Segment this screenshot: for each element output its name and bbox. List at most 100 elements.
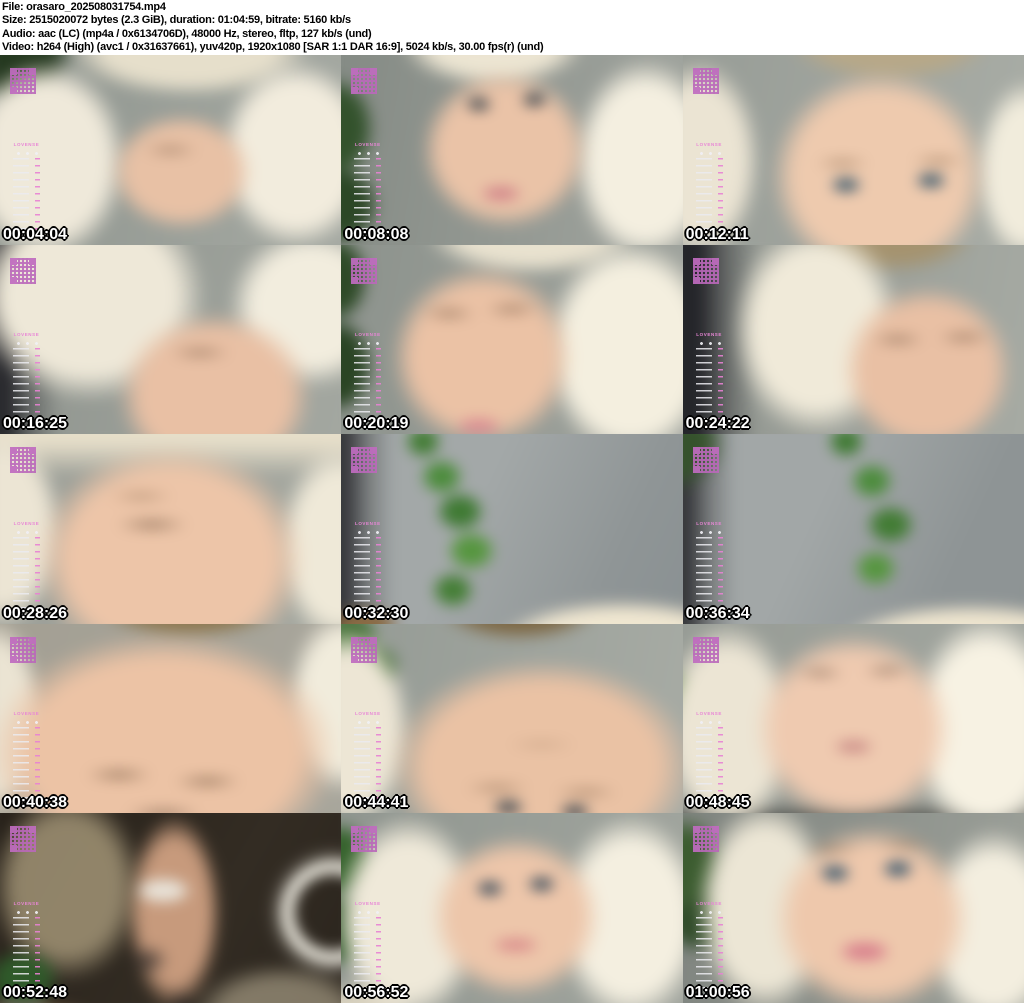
- thumbnail-photo: [682, 55, 1024, 245]
- tip-menu-overlay: LOVENSE: [354, 331, 382, 428]
- video-thumbnail: LOVENSE 00:48:45: [682, 623, 1024, 814]
- qr-code-overlay: [692, 68, 719, 94]
- thumbnail-photo: [682, 434, 1024, 624]
- file-info-line: File: orasaro_202508031754.mp4: [2, 1, 166, 13]
- qr-code-overlay: [10, 636, 36, 663]
- tip-menu-icons: [354, 338, 382, 346]
- tip-menu-icons: [695, 149, 723, 157]
- tip-menu-overlay: LOVENSE: [13, 331, 40, 428]
- thumbnail-photo: [682, 813, 1024, 1003]
- timestamp-label: 00:24:22: [685, 415, 750, 433]
- video-thumbnail: LOVENSE 00:40:38: [0, 623, 342, 814]
- size-info-line: Size: 2515020072 bytes (2.3 GiB), durati…: [2, 14, 351, 27]
- video-thumbnail: LOVENSE 00:08:08: [341, 55, 683, 245]
- video-info-line: Video: h264 (High) (avc1 / 0x31637661), …: [2, 41, 544, 54]
- thumbnail-photo: [0, 813, 342, 1003]
- tip-menu-title: LOVENSE: [354, 521, 381, 527]
- qr-code-overlay: [351, 257, 378, 284]
- qr-code-overlay: [692, 447, 719, 474]
- tip-menu-overlay: LOVENSE: [354, 142, 382, 238]
- tip-menu-title: LOVENSE: [696, 142, 723, 148]
- thumbnail-photo: [341, 434, 683, 624]
- qr-code-overlay: [10, 826, 36, 853]
- thumbnail-photo: [341, 623, 683, 814]
- tip-menu-overlay: LOVENSE: [354, 710, 382, 807]
- tip-menu-icons: [695, 907, 723, 915]
- tip-menu-icons: [13, 149, 40, 157]
- timestamp-label: 00:36:34: [685, 604, 750, 622]
- tip-menu-title: LOVENSE: [696, 710, 723, 716]
- video-thumbnail: LOVENSE 00:28:26: [0, 434, 342, 624]
- thumbnail-photo: [0, 434, 342, 624]
- timestamp-label: 00:12:11: [685, 225, 749, 243]
- tip-menu-overlay: LOVENSE: [695, 331, 723, 428]
- tip-menu-icons: [13, 338, 40, 346]
- video-thumbnail: LOVENSE 01:00:56: [682, 813, 1024, 1003]
- video-thumbnail: LOVENSE 00:12:11: [682, 55, 1024, 245]
- thumbnail-grid: LOVENSE 00:04:04 LOVENSE 00:08:08 LOVENS…: [0, 55, 1024, 1003]
- qr-code-overlay: [10, 257, 36, 284]
- qr-code-overlay: [10, 447, 36, 474]
- qr-code-overlay: [351, 447, 378, 474]
- tip-menu-icons: [13, 907, 40, 915]
- timestamp-label: 00:44:41: [344, 794, 409, 812]
- qr-code-overlay: [351, 68, 378, 94]
- tip-menu-title: LOVENSE: [696, 900, 723, 906]
- video-thumbnail: LOVENSE 00:52:48: [0, 813, 342, 1003]
- tip-menu-title: LOVENSE: [13, 710, 40, 716]
- timestamp-label: 00:20:19: [344, 415, 409, 433]
- video-thumbnail: LOVENSE 00:36:34: [682, 434, 1024, 624]
- timestamp-label: 00:04:04: [3, 225, 68, 243]
- video-thumbnail: LOVENSE 00:56:52: [341, 813, 683, 1003]
- tip-menu-icons: [13, 528, 40, 536]
- tip-menu-title: LOVENSE: [354, 331, 381, 337]
- timestamp-label: 01:00:56: [685, 983, 750, 1001]
- tip-menu-overlay: LOVENSE: [13, 142, 40, 238]
- tip-menu-icons: [695, 717, 723, 725]
- thumbnail-photo: [0, 244, 342, 435]
- qr-code-overlay: [692, 636, 719, 663]
- timestamp-label: 00:56:52: [344, 983, 409, 1001]
- timestamp-label: 00:48:45: [685, 794, 750, 812]
- qr-code-overlay: [692, 257, 719, 284]
- timestamp-label: 00:40:38: [3, 794, 68, 812]
- tip-menu-title: LOVENSE: [13, 142, 40, 148]
- audio-info-line: Audio: aac (LC) (mp4a / 0x6134706D), 480…: [2, 27, 372, 40]
- tip-menu-icons: [695, 528, 723, 536]
- tip-menu-icons: [13, 717, 40, 725]
- qr-code-overlay: [351, 826, 378, 853]
- qr-code-overlay: [351, 636, 378, 663]
- tip-menu-title: LOVENSE: [354, 710, 381, 716]
- timestamp-label: 00:08:08: [344, 225, 409, 243]
- tip-menu-overlay: LOVENSE: [695, 710, 723, 807]
- tip-menu-icons: [354, 149, 382, 157]
- thumbnail-photo: [341, 244, 683, 435]
- tip-menu-title: LOVENSE: [696, 331, 723, 337]
- tip-menu-title: LOVENSE: [696, 521, 723, 527]
- tip-menu-title: LOVENSE: [13, 331, 40, 337]
- video-thumbnail: LOVENSE 00:24:22: [682, 244, 1024, 435]
- timestamp-label: 00:16:25: [3, 415, 68, 433]
- video-thumbnail: LOVENSE 00:44:41: [341, 623, 683, 814]
- timestamp-label: 00:32:30: [344, 604, 409, 622]
- timestamp-label: 00:28:26: [3, 604, 68, 622]
- media-info-header: File: orasaro_202508031754.mp4 Size: 251…: [0, 0, 1024, 55]
- thumbnail-photo: [0, 623, 342, 814]
- qr-code-overlay: [10, 68, 36, 94]
- tip-menu-overlay: LOVENSE: [695, 900, 723, 996]
- thumbnail-photo: [682, 623, 1024, 814]
- tip-menu-icons: [354, 717, 382, 725]
- timestamp-label: 00:52:48: [3, 983, 68, 1001]
- video-thumbnail: LOVENSE 00:04:04: [0, 55, 342, 245]
- tip-menu-title: LOVENSE: [13, 521, 40, 527]
- tip-menu-icons: [695, 338, 723, 346]
- tip-menu-title: LOVENSE: [354, 142, 381, 148]
- tip-menu-overlay: LOVENSE: [354, 900, 382, 996]
- tip-menu-title: LOVENSE: [354, 900, 381, 906]
- video-thumbnail: LOVENSE 00:16:25: [0, 244, 342, 435]
- video-thumbnail: LOVENSE 00:20:19: [341, 244, 683, 435]
- video-thumbnail: LOVENSE 00:32:30: [341, 434, 683, 624]
- thumbnail-photo: [0, 55, 342, 245]
- tip-menu-icons: [354, 528, 382, 536]
- tip-menu-overlay: LOVENSE: [13, 901, 40, 996]
